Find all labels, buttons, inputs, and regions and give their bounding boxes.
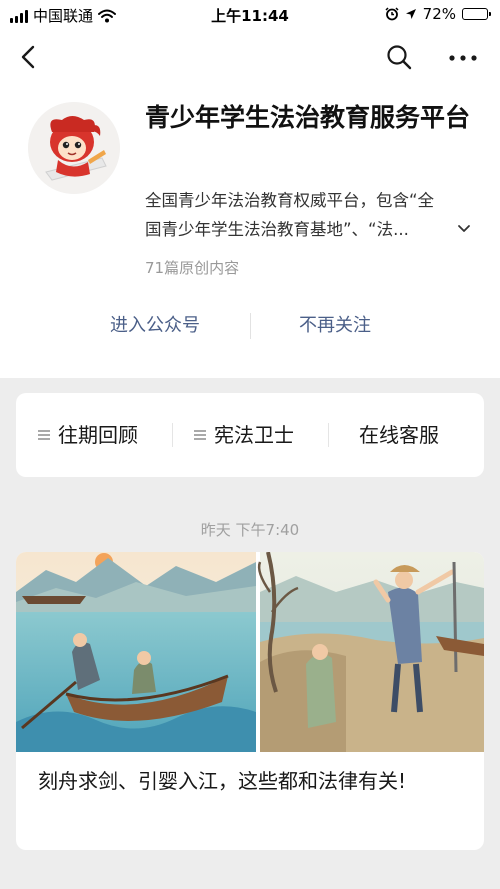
article-cover-image [16,552,484,752]
divider [172,423,173,447]
alarm-icon [385,7,399,21]
article-title: 刻舟求剑、引婴入江，这些都和法律有关! [38,769,407,793]
chevron-down-icon[interactable] [455,220,473,238]
nav-bar [0,38,500,78]
avatar[interactable] [28,102,120,194]
submenu-lines-icon [38,429,50,441]
menu-item-label: 往期回顾 [58,423,138,447]
account-menu: 往期回顾 宪法卫士 在线客服 [16,393,484,477]
account-actions: 进入公众号 不再关注 [0,305,500,347]
status-bar: 中国联通 上午11:44 72% [0,0,500,30]
menu-item-online-service[interactable]: 在线客服 [359,393,439,477]
menu-item-constitution-guard[interactable]: 宪法卫士 [194,393,294,477]
menu-item-label: 在线客服 [359,423,439,447]
submenu-lines-icon [194,429,206,441]
mascot-logo-icon [28,102,120,194]
battery-icon [462,8,491,20]
account-description: 全国青少年法治教育权威平台，包含“全国青少年学生法治教育基地”、“法... [145,191,435,239]
chevron-left-icon[interactable] [14,42,44,72]
unfollow-button[interactable]: 不再关注 [250,305,420,347]
message-timestamp: 昨天 下午7:40 [200,521,300,539]
status-right: 72% [385,5,491,23]
enter-account-button[interactable]: 进入公众号 [60,305,250,347]
more-dots-icon[interactable] [445,42,481,72]
battery-percent: 72% [422,5,456,23]
divider [328,423,329,447]
location-icon [405,9,416,19]
menu-item-past-review[interactable]: 往期回顾 [38,393,138,477]
search-icon[interactable] [384,42,414,72]
account-name: 青少年学生法治教育服务平台 [145,103,471,132]
original-article-count: 71篇原创内容 [145,259,240,277]
menu-item-label: 宪法卫士 [214,423,294,447]
article-card[interactable]: 刻舟求剑、引婴入江，这些都和法律有关! [16,552,484,850]
